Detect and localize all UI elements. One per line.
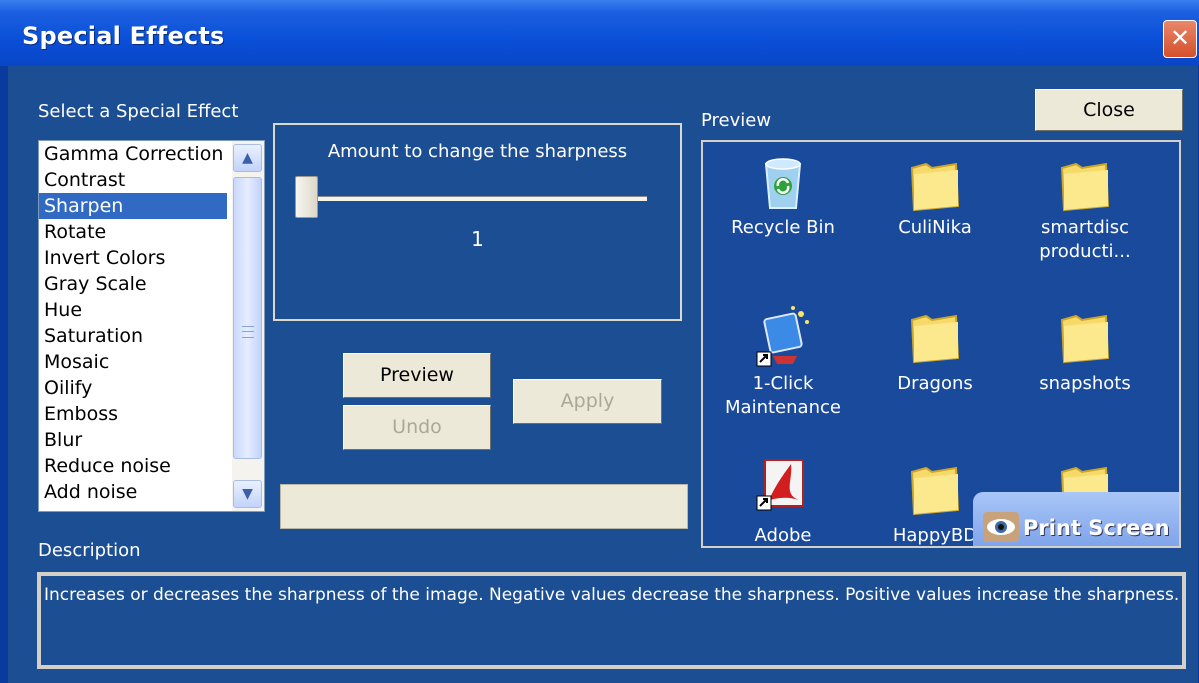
print-screen-label: Print Screen <box>1023 516 1170 540</box>
folder-icon <box>1060 314 1110 364</box>
description-box: Increases or decreases the sharpness of … <box>37 572 1186 669</box>
folder-icon <box>910 162 960 212</box>
effect-item[interactable]: Saturation <box>39 323 227 349</box>
effect-item[interactable]: Sharpen <box>39 193 227 219</box>
effect-item[interactable]: Add noise <box>39 479 227 505</box>
progress-bar <box>280 484 688 529</box>
desktop-icon-smartdisc: smartdisc producti... <box>1025 150 1145 264</box>
close-button[interactable]: Close <box>1035 89 1183 131</box>
effect-item[interactable]: Blur <box>39 427 227 453</box>
effect-item[interactable]: Mosaic <box>39 349 227 375</box>
effect-item[interactable]: Contrast <box>39 167 227 193</box>
scroll-thumb[interactable] <box>233 177 262 459</box>
effect-item[interactable]: Hue <box>39 297 227 323</box>
effects-items: Gamma Correction Contrast Sharpen Rotate Inv… <box>39 141 264 505</box>
close-icon[interactable]: ✕ <box>1163 20 1197 58</box>
effect-item[interactable]: Emboss <box>39 401 227 427</box>
slider-track[interactable] <box>297 196 647 201</box>
effect-item[interactable]: Rotate <box>39 219 227 245</box>
recycle-bin-icon <box>764 158 802 209</box>
folder-icon <box>1060 162 1110 212</box>
print-screen-bar: Print Screen <box>973 492 1179 546</box>
sharpness-slider[interactable] <box>295 176 318 218</box>
icon-label: CuliNika <box>898 217 972 238</box>
amount-label: Amount to change the sharpness <box>327 141 628 162</box>
description-label: Description <box>38 540 141 561</box>
icon-label: Adobe Reader <box>754 525 812 546</box>
preview-button[interactable]: Preview <box>343 353 491 398</box>
desktop-icon-culinika: CuliNika <box>875 150 995 240</box>
preview-image: Recycle Bin CuliNika smartdisc producti.… <box>701 140 1181 548</box>
icon-label: Recycle Bin <box>731 217 835 238</box>
preview-label: Preview <box>701 110 772 131</box>
desktop-icon-adobe-reader: Adobe Reader <box>723 454 843 546</box>
icon-label: 1-Click Maintenance <box>725 373 841 418</box>
apply-button[interactable]: Apply <box>513 379 662 424</box>
eye-icon <box>983 512 1019 542</box>
special-effects-window: Special Effects ✕ Select a Special Effec… <box>0 0 1199 683</box>
amount-panel: Amount to change the sharpness 1 <box>273 123 682 321</box>
scroll-up-icon[interactable]: ▲ <box>233 144 262 172</box>
adobe-reader-icon <box>756 459 804 511</box>
icon-label: smartdisc producti... <box>1039 217 1131 262</box>
effect-item[interactable]: Invert Colors <box>39 245 227 271</box>
desktop-icon-maintenance: 1-Click Maintenance <box>723 302 843 420</box>
title-bar[interactable]: Special Effects ✕ <box>0 0 1199 66</box>
description-text: Increases or decreases the sharpness of … <box>44 585 1180 605</box>
folder-icon <box>910 466 960 516</box>
maintenance-icon <box>756 306 809 367</box>
grip-icon <box>242 326 254 338</box>
undo-button[interactable]: Undo <box>343 405 491 450</box>
effect-item[interactable]: Gamma Correction <box>39 141 227 167</box>
amount-value: 1 <box>471 227 484 251</box>
window-title: Special Effects <box>22 22 225 50</box>
effect-item[interactable]: Gray Scale <box>39 271 227 297</box>
effect-item[interactable]: Oilify <box>39 375 227 401</box>
scroll-down-icon[interactable]: ▼ <box>233 480 262 508</box>
effects-label: Select a Special Effect <box>38 101 239 122</box>
icon-label: Dragons <box>897 373 973 394</box>
folder-icon <box>910 314 960 364</box>
desktop-icon-snapshots: snapshots <box>1025 302 1145 396</box>
effect-item[interactable]: Reduce noise <box>39 453 227 479</box>
desktop-icon-dragons: Dragons <box>875 302 995 396</box>
desktop-icon-recycle-bin: Recycle Bin <box>723 150 843 240</box>
effects-list[interactable]: Gamma Correction Contrast Sharpen Rotate Inv… <box>38 140 265 512</box>
list-scrollbar[interactable]: ▲ ▼ <box>232 141 264 511</box>
icon-label: snapshots <box>1039 373 1131 394</box>
